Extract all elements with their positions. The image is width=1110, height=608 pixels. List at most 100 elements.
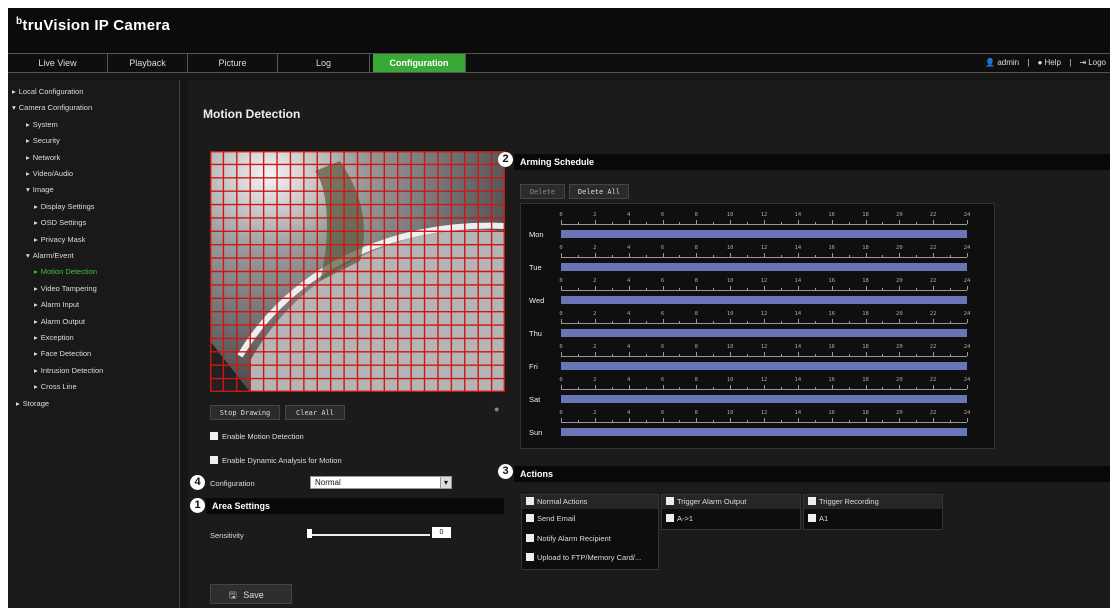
- tab-picture[interactable]: Picture: [188, 54, 278, 72]
- hour-tick-label: 14: [794, 311, 802, 317]
- configuration-value: Normal: [315, 478, 341, 487]
- trigger-alarm-checkbox[interactable]: [666, 497, 674, 505]
- caret-right-icon: ▸: [34, 283, 38, 293]
- sidebar-item-camera-configuration[interactable]: ▾ Camera Configuration: [12, 103, 92, 112]
- schedule-hour-ruler: 0 2 4 6 8 10 12 14 16 18 20 22 24: [559, 377, 970, 393]
- upload-ftp-checkbox[interactable]: [526, 553, 534, 561]
- sidebar-item-intrusion-detection[interactable]: ▸ Intrusion Detection: [34, 366, 103, 375]
- sidebar-item-alarm-output[interactable]: ▸ Alarm Output: [34, 317, 85, 326]
- schedule-bar-sat[interactable]: [561, 395, 967, 403]
- hour-tick-label: 14: [794, 410, 802, 416]
- sensitivity-value[interactable]: 0: [432, 527, 451, 538]
- save-button[interactable]: 🖫 Save: [210, 584, 292, 604]
- hour-tick-label: 8: [694, 311, 698, 317]
- sidebar-item-image[interactable]: ▾ Image: [26, 185, 54, 194]
- sidebar-item-osd-settings[interactable]: ▸ OSD Settings: [34, 218, 86, 227]
- sidebar-item-system[interactable]: ▸ System: [26, 120, 58, 129]
- tab-playback[interactable]: Playback: [108, 54, 188, 72]
- hour-tick-label: 8: [694, 377, 698, 383]
- configuration-label: Configuration: [210, 479, 255, 488]
- arming-schedule-header: Arming Schedule: [514, 154, 1110, 170]
- video-preview[interactable]: [210, 151, 505, 392]
- hour-tick-label: 22: [929, 377, 937, 383]
- hour-tick-label: 8: [694, 245, 698, 251]
- sidebar-item-label: Intrusion Detection: [40, 365, 104, 375]
- sidebar-item-label: Privacy Mask: [40, 234, 86, 244]
- hour-tick-label: 24: [963, 278, 971, 284]
- hour-tick-label: 18: [862, 212, 869, 218]
- sidebar-item-motion-detection[interactable]: ▸ Motion Detection: [34, 267, 97, 276]
- configuration-select[interactable]: Normal ▾: [310, 476, 452, 489]
- sidebar-item-cross-line[interactable]: ▸ Cross Line: [34, 382, 77, 391]
- hour-tick-label: 8: [694, 410, 698, 416]
- schedule-bar-mon[interactable]: [561, 230, 967, 238]
- caret-down-icon: ▾: [26, 185, 30, 195]
- tab-log[interactable]: Log: [278, 54, 370, 72]
- schedule-day-label: Thu: [529, 329, 542, 338]
- delete-all-button[interactable]: Delete All: [569, 184, 629, 199]
- sidebar-item-video-audio[interactable]: ▸ Video/Audio: [26, 169, 73, 178]
- caret-right-icon: ▸: [34, 234, 38, 244]
- sidebar-item-privacy-mask[interactable]: ▸ Privacy Mask: [34, 235, 85, 244]
- recording-a1-label: A1: [819, 514, 829, 523]
- schedule-bar-sun[interactable]: [561, 428, 967, 436]
- sidebar-item-security[interactable]: ▸ Security: [26, 136, 60, 145]
- sidebar-item-local-configuration[interactable]: ▸ Local Configuration: [12, 87, 83, 96]
- hour-tick-label: 4: [627, 212, 631, 218]
- recording-a1-checkbox[interactable]: [808, 514, 816, 522]
- caret-right-icon: ▸: [34, 349, 38, 359]
- hour-tick-label: 10: [726, 212, 734, 218]
- sidebar-item-label: Display Settings: [40, 201, 95, 211]
- tab-live-view[interactable]: Live View: [8, 54, 108, 72]
- sidebar-item-label: OSD Settings: [40, 218, 87, 228]
- sidebar: ▸ Local Configuration ▾ Camera Configuratio…: [8, 80, 180, 608]
- enable-motion-checkbox[interactable]: [210, 432, 218, 440]
- hour-tick-label: 18: [862, 410, 869, 416]
- sidebar-item-video-tampering[interactable]: ▸ Video Tampering: [34, 284, 97, 293]
- send-email-checkbox[interactable]: [526, 514, 534, 522]
- hour-tick-label: 22: [929, 212, 937, 218]
- schedule-bar-thu[interactable]: [561, 329, 967, 337]
- schedule-hour-ruler: 0 2 4 6 8 10 12 14 16 18 20 22 24: [559, 212, 970, 228]
- sidebar-item-alarm-event[interactable]: ▾ Alarm/Event: [26, 251, 74, 260]
- alarm-output-a1-checkbox[interactable]: [666, 514, 674, 522]
- sidebar-item-display-settings[interactable]: ▸ Display Settings: [34, 202, 95, 211]
- caret-down-icon: ▾: [12, 103, 16, 113]
- notify-recipient-checkbox[interactable]: [526, 534, 534, 542]
- hour-tick-label: 24: [963, 245, 971, 251]
- sidebar-item-network[interactable]: ▸ Network: [26, 153, 60, 162]
- hour-tick-label: 14: [794, 278, 802, 284]
- hour-tick-label: 6: [660, 278, 665, 284]
- sidebar-item-label: Cross Line: [40, 382, 77, 392]
- sensitivity-slider-handle[interactable]: [307, 529, 312, 538]
- schedule-day-label: Sat: [529, 395, 541, 404]
- schedule-hour-ruler: 0 2 4 6 8 10 12 14 16 18 20 22 24: [559, 278, 970, 294]
- sidebar-item-face-detection[interactable]: ▸ Face Detection: [34, 349, 91, 358]
- caret-right-icon: ▸: [12, 87, 16, 96]
- hour-tick-label: 16: [828, 245, 835, 251]
- hour-tick-label: 24: [963, 410, 971, 416]
- logout-link[interactable]: Logo: [1088, 58, 1106, 67]
- hour-tick-label: 16: [828, 311, 835, 317]
- hour-tick-label: 10: [726, 245, 734, 251]
- normal-actions-checkbox[interactable]: [526, 497, 534, 505]
- tab-configuration[interactable]: Configuration: [373, 54, 466, 72]
- hour-tick-label: 4: [627, 410, 631, 416]
- clear-all-button[interactable]: Clear All: [285, 405, 345, 420]
- trigger-recording-checkbox[interactable]: [808, 497, 816, 505]
- sensitivity-slider[interactable]: [310, 534, 430, 536]
- stop-drawing-button[interactable]: Stop Drawing: [210, 405, 280, 420]
- hour-tick-label: 10: [726, 311, 734, 317]
- sidebar-item-storage[interactable]: ▸ Storage: [16, 399, 49, 408]
- sidebar-item-alarm-input[interactable]: ▸ Alarm Input: [34, 300, 79, 309]
- caret-right-icon: ▸: [26, 136, 30, 146]
- sidebar-item-label: Local Configuration: [18, 87, 84, 96]
- schedule-bar-fri[interactable]: [561, 362, 967, 370]
- enable-dynamic-checkbox[interactable]: [210, 456, 218, 464]
- schedule-bar-tue[interactable]: [561, 263, 967, 271]
- user-link[interactable]: admin: [997, 58, 1019, 67]
- schedule-bar-wed[interactable]: [561, 296, 967, 304]
- help-link[interactable]: Help: [1045, 58, 1061, 67]
- delete-button[interactable]: Delete: [520, 184, 565, 199]
- sidebar-item-exception[interactable]: ▸ Exception: [34, 333, 74, 342]
